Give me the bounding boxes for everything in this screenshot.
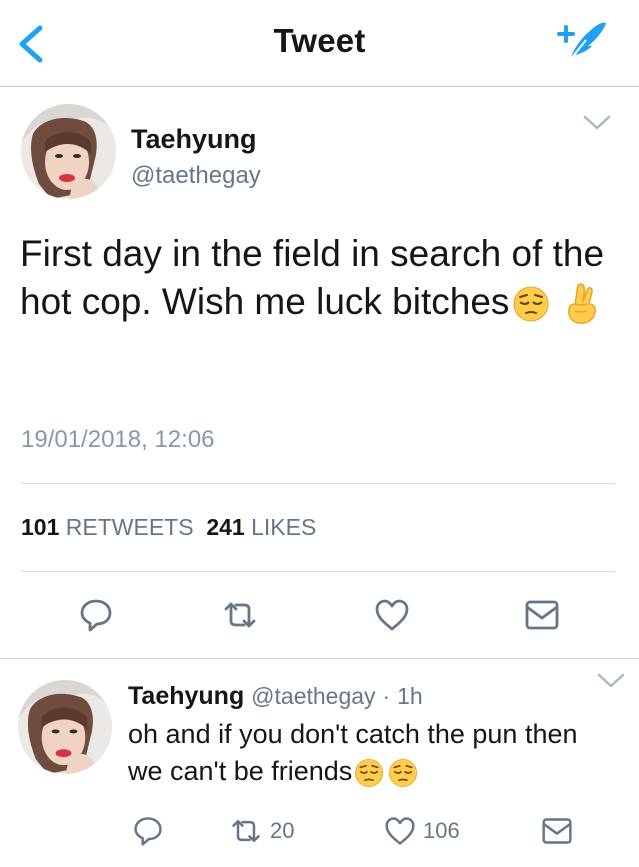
reply-author-handle[interactable]: @taethegay: [251, 683, 375, 709]
pensive-face-emoji: [355, 758, 384, 787]
chevron-down-icon[interactable]: [597, 673, 625, 689]
like-icon[interactable]: [384, 815, 416, 847]
reply-header: Taehyung @taethegay · 1h: [128, 682, 423, 711]
reply-retweet-count: 20: [270, 818, 295, 843]
tweet-stats: 101 RETWEETS 241 LIKES: [21, 514, 316, 541]
reply-text: oh and if you don't catch the pun then w…: [128, 716, 608, 790]
author-handle[interactable]: @taethegay: [131, 162, 261, 190]
retweet-icon[interactable]: [230, 815, 262, 847]
retweets-link[interactable]: 101 RETWEETS: [21, 514, 194, 540]
reply-like-count: 106: [423, 818, 460, 843]
retweet-icon[interactable]: [222, 597, 258, 633]
reply-icon[interactable]: [132, 815, 164, 847]
pensive-face-emoji: [513, 286, 549, 322]
message-icon[interactable]: [524, 597, 560, 633]
author-name[interactable]: Taehyung: [131, 124, 257, 155]
avatar[interactable]: [18, 680, 112, 774]
divider: [21, 571, 615, 572]
pensive-face-emoji: [389, 758, 418, 787]
reply-time: 1h: [397, 683, 423, 709]
retweets-count: 101: [21, 514, 60, 540]
compose-tweet-icon[interactable]: [552, 18, 608, 64]
retweets-label: RETWEETS: [65, 514, 194, 540]
likes-link[interactable]: 241 LIKES: [206, 514, 316, 540]
crossed-fingers-emoji: [568, 283, 597, 325]
tweet-timestamp: 19/01/2018, 12:06: [21, 426, 215, 453]
tweet-text: First day in the field in search of the …: [20, 230, 620, 326]
reply-separator: ·: [382, 683, 391, 709]
message-icon[interactable]: [541, 815, 573, 847]
thread-separator: [0, 658, 639, 669]
reply-icon[interactable]: [78, 597, 114, 633]
likes-count: 241: [206, 514, 245, 540]
likes-label: LIKES: [251, 514, 317, 540]
like-icon[interactable]: [374, 597, 410, 633]
avatar[interactable]: [21, 104, 116, 199]
page-title: Tweet: [273, 22, 366, 59]
chevron-down-icon[interactable]: [583, 115, 611, 131]
reply-author-name[interactable]: Taehyung: [128, 682, 244, 710]
divider: [21, 483, 615, 484]
